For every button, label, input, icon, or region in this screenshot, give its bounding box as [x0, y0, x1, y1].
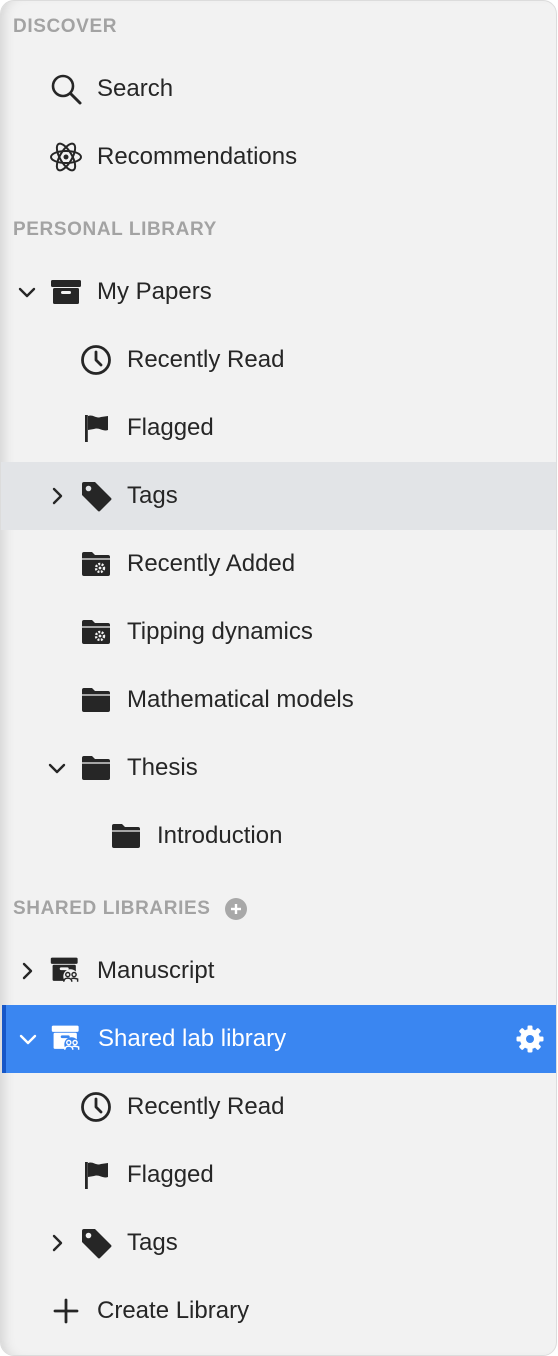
sidebar-item-shared-tags[interactable]: Tags [1, 1209, 556, 1277]
sidebar-item-label: Manuscript [97, 957, 215, 984]
sidebar-item-shared-recently-read[interactable]: Recently Read [1, 1073, 556, 1141]
sidebar-item-my-papers[interactable]: My Papers [1, 258, 556, 326]
gear-icon[interactable] [515, 1024, 545, 1054]
sidebar: DISCOVER Search Recommendations PERSONAL… [0, 0, 557, 1356]
chevron-right-icon[interactable] [17, 961, 37, 981]
section-header-discover: DISCOVER [13, 12, 117, 42]
shared-archive-icon [50, 1022, 84, 1056]
tag-icon [79, 1226, 113, 1260]
search-icon [49, 72, 83, 106]
smart-folder-icon [79, 547, 113, 581]
chevron-right-icon[interactable] [47, 1233, 67, 1253]
sidebar-item-label: Recently Added [127, 550, 296, 577]
folder-icon [109, 819, 143, 853]
section-header-label: SHARED LIBRARIES [13, 898, 211, 919]
sidebar-item-label: Flagged [127, 1161, 214, 1188]
sidebar-item-label: Search [97, 75, 174, 102]
atom-icon [49, 140, 83, 174]
clock-icon [79, 343, 113, 377]
clock-icon [79, 1090, 113, 1124]
sidebar-item-recently-added[interactable]: Recently Added [1, 530, 556, 598]
sidebar-item-shared-flagged[interactable]: Flagged [1, 1141, 556, 1209]
flag-icon [79, 411, 113, 445]
archive-box-icon [49, 275, 83, 309]
shared-archive-icon [49, 954, 83, 988]
sidebar-item-label: Tags [127, 1229, 178, 1256]
sidebar-item-manuscript[interactable]: Manuscript [1, 937, 556, 1005]
chevron-down-icon[interactable] [47, 758, 67, 778]
section-header-label: PERSONAL LIBRARY [13, 219, 217, 240]
sidebar-item-label: Introduction [157, 822, 283, 849]
sidebar-item-introduction[interactable]: Introduction [1, 802, 556, 870]
sidebar-item-label: Recently Read [127, 1093, 285, 1120]
flag-icon [79, 1158, 113, 1192]
sidebar-item-tipping-dynamics[interactable]: Tipping dynamics [1, 598, 556, 666]
chevron-right-icon[interactable] [47, 486, 67, 506]
sidebar-item-label: Recommendations [97, 143, 298, 170]
section-header-shared-libraries: SHARED LIBRARIES [13, 894, 247, 924]
smart-folder-icon [79, 615, 113, 649]
sidebar-item-recently-read[interactable]: Recently Read [1, 326, 556, 394]
sidebar-item-label: Flagged [127, 414, 214, 441]
create-library-button[interactable]: Create Library [1, 1277, 556, 1345]
sidebar-item-label: Mathematical models [127, 686, 354, 713]
sidebar-item-label: Shared lab library [98, 1025, 287, 1052]
section-header-personal-library: PERSONAL LIBRARY [13, 215, 217, 245]
sidebar-item-label: My Papers [97, 278, 212, 305]
add-shared-library-icon[interactable] [224, 898, 247, 920]
chevron-down-icon[interactable] [17, 282, 37, 302]
sidebar-item-label: Thesis [127, 754, 198, 781]
folder-icon [79, 751, 113, 785]
sidebar-item-tags[interactable]: Tags [1, 462, 556, 530]
chevron-down-icon[interactable] [18, 1029, 38, 1049]
sidebar-item-label: Tipping dynamics [127, 618, 313, 645]
folder-icon [79, 683, 113, 717]
sidebar-item-mathematical-models[interactable]: Mathematical models [1, 666, 556, 734]
sidebar-item-label: Tags [127, 482, 178, 509]
sidebar-item-recommendations[interactable]: Recommendations [1, 123, 556, 191]
section-header-label: DISCOVER [13, 16, 118, 37]
tag-icon [79, 479, 113, 513]
create-library-label: Create Library [97, 1297, 250, 1324]
sidebar-item-thesis[interactable]: Thesis [1, 734, 556, 802]
plus-icon [49, 1294, 83, 1328]
sidebar-item-search[interactable]: Search [1, 55, 556, 123]
sidebar-item-flagged[interactable]: Flagged [1, 394, 556, 462]
sidebar-item-label: Recently Read [127, 346, 285, 373]
sidebar-item-shared-lab-library[interactable]: Shared lab library [2, 1005, 556, 1073]
